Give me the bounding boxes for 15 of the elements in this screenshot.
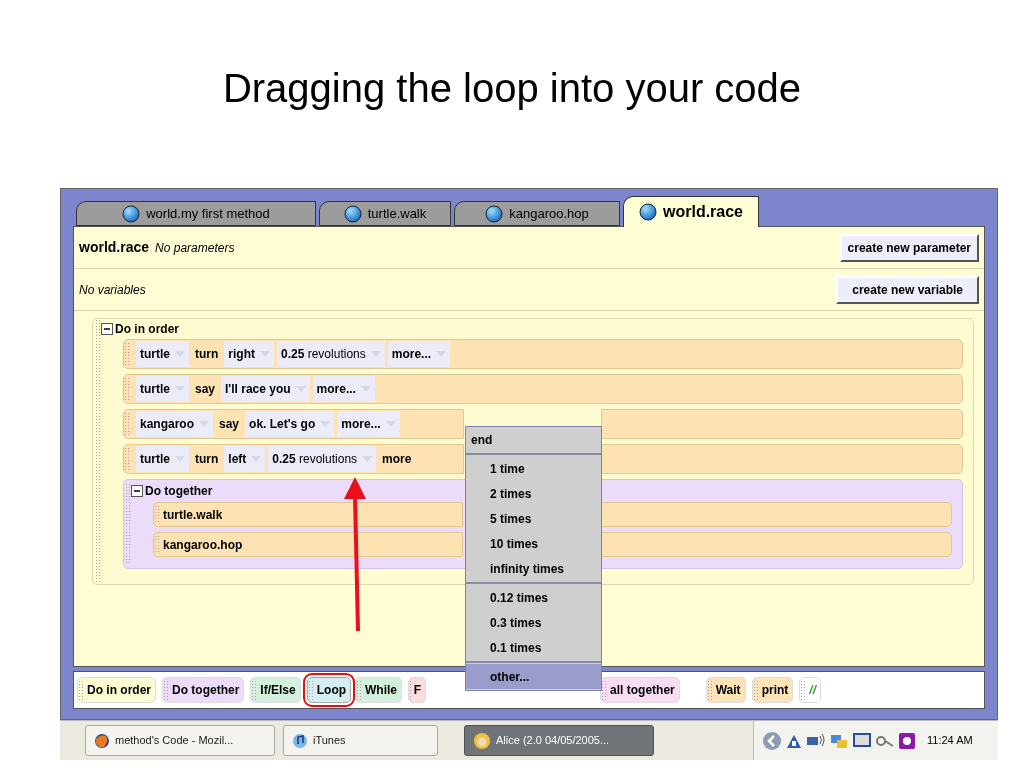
statement-word: turn [194,346,220,363]
variables-label: No variables [79,281,146,299]
method-name: world.race [79,238,150,257]
statement-word: say [218,416,241,433]
slide-title: Dragging the loop into your code [222,65,802,112]
statement-word: more [381,451,413,468]
statement-word: say [194,381,217,398]
clock: 11:24 AM [927,733,973,749]
parameters-label: No parameters [155,240,235,257]
method-call: turtle.walk [163,506,223,524]
method-call: kangaroo.hop [163,536,243,554]
statement-word: turn [194,451,220,468]
block-label: Do in order [115,321,179,338]
block-label: Do together [145,483,213,500]
menu-header: end [466,427,601,455]
